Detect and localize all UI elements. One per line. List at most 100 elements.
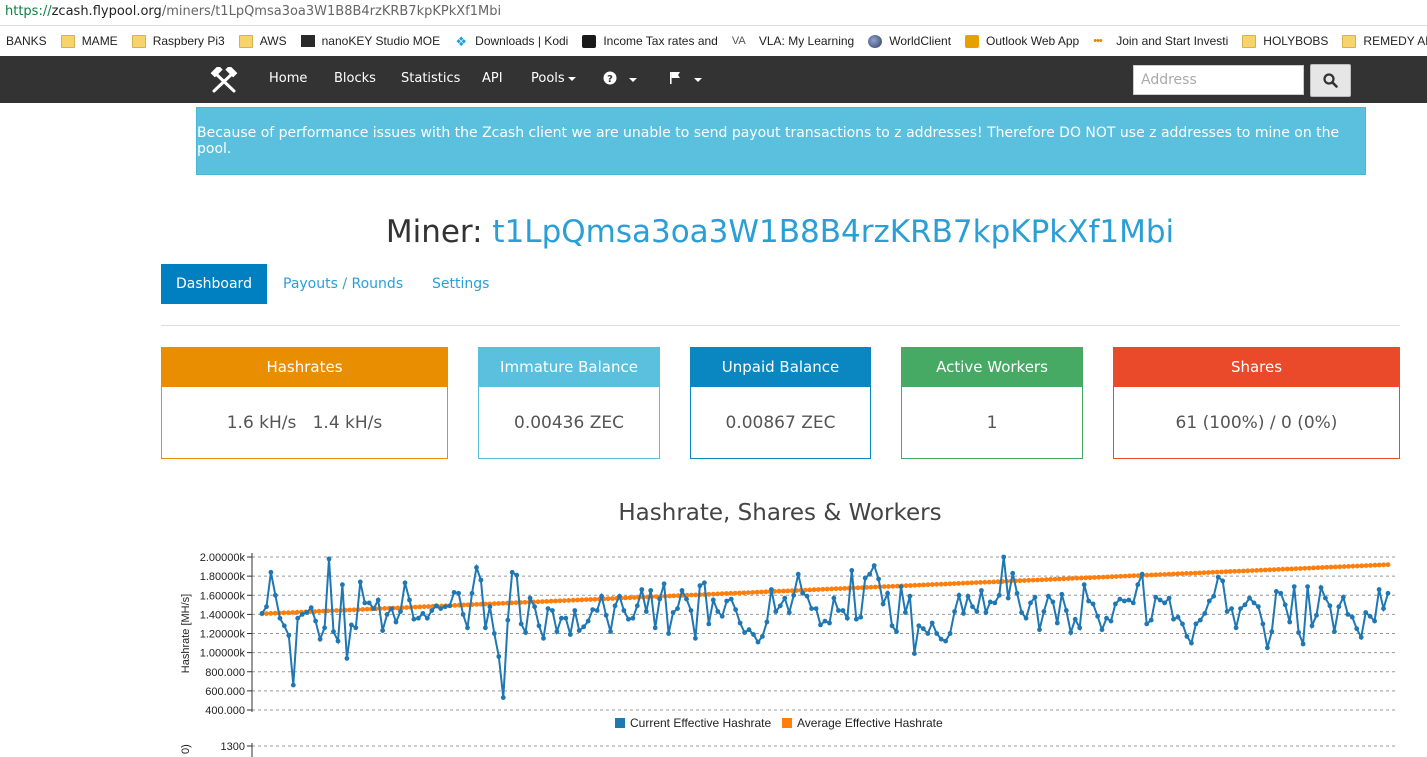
language-dropdown[interactable]: [669, 71, 702, 87]
data-point: [903, 610, 908, 615]
data-point: [264, 611, 269, 616]
data-point: [1206, 570, 1211, 575]
nav-statistics[interactable]: Statistics: [401, 71, 460, 86]
nav-pools-dropdown[interactable]: Pools: [531, 71, 576, 86]
data-point: [599, 593, 604, 599]
data-point: [1001, 554, 1007, 560]
data-point: [1005, 595, 1011, 601]
data-point: [1376, 562, 1382, 568]
data-point: [594, 608, 600, 613]
data-point: [750, 590, 756, 595]
data-point: [732, 590, 738, 596]
data-point: [513, 600, 519, 606]
address-bar[interactable]: https://zcash.flypool.org/miners/t1LpQms…: [0, 0, 1427, 26]
data-point: [420, 611, 426, 616]
data-point: [679, 588, 685, 593]
nav-home[interactable]: Home: [269, 71, 307, 86]
data-point: [1126, 597, 1132, 603]
bookmark-item[interactable]: MAME: [60, 27, 118, 55]
data-point: [965, 580, 970, 586]
y-tick-label: 400.000: [205, 705, 245, 717]
crossed-hammers-icon[interactable]: [209, 67, 239, 93]
data-point: [822, 618, 828, 624]
tab-dashboard[interactable]: Dashboard: [161, 264, 267, 304]
tab-settings[interactable]: Settings: [432, 264, 489, 304]
folder-icon: [1342, 34, 1357, 48]
data-point: [769, 587, 774, 592]
data-point: [652, 625, 658, 631]
data-point: [982, 579, 988, 585]
data-point: [737, 620, 743, 626]
search-button[interactable]: [1310, 64, 1351, 97]
bookmark-item[interactable]: VA VLA: My Learning: [732, 27, 854, 55]
data-point: [751, 632, 756, 637]
data-point: [876, 576, 881, 582]
data-point: [626, 616, 631, 622]
data-point: [1280, 566, 1286, 572]
data-point: [1184, 634, 1190, 639]
bookmark-item[interactable]: ••• Join and Start Investi: [1093, 27, 1228, 55]
nav-api[interactable]: API: [482, 71, 503, 86]
data-point: [956, 592, 962, 598]
data-point: [416, 615, 421, 621]
data-point: [460, 612, 466, 617]
data-point: [907, 593, 913, 599]
y-axis-label: 0): [180, 744, 192, 754]
data-point: [1127, 573, 1132, 579]
data-point: [559, 615, 564, 621]
data-point: [557, 598, 563, 604]
data-point: [833, 586, 839, 592]
data-point: [706, 591, 712, 597]
help-dropdown[interactable]: ?: [603, 71, 637, 87]
data-point: [426, 604, 431, 609]
data-point: [608, 629, 613, 634]
data-point: [737, 590, 742, 596]
data-point: [451, 590, 457, 595]
data-point: [384, 612, 390, 617]
panel-heading: Shares: [1114, 348, 1399, 387]
data-point: [592, 596, 598, 602]
data-point: [1265, 645, 1270, 651]
data-point: [567, 632, 573, 637]
dots-icon: •••: [1093, 34, 1103, 47]
data-point: [1302, 565, 1308, 571]
data-point: [809, 606, 814, 611]
data-point: [554, 629, 560, 634]
data-point: [536, 623, 542, 629]
data-point: [290, 682, 296, 688]
y-tick-label: 1.80000k: [200, 571, 246, 583]
data-point: [259, 611, 265, 616]
nav-blocks[interactable]: Blocks: [334, 71, 376, 86]
bookmark-item[interactable]: Income Tax rates and: [582, 27, 718, 55]
bookmark-item[interactable]: Raspbery Pi3: [131, 27, 225, 55]
outlook-icon: [965, 34, 980, 48]
data-point: [776, 588, 782, 594]
data-point: [500, 600, 506, 606]
bookmark-item[interactable]: HOLYBOBS: [1242, 27, 1328, 55]
data-point: [903, 583, 909, 589]
data-point: [1276, 567, 1281, 572]
bookmark-item[interactable]: BANKS: [6, 27, 47, 55]
data-point: [623, 595, 628, 601]
data-point: [295, 615, 301, 621]
address-search-input[interactable]: [1133, 65, 1304, 95]
data-point: [349, 622, 354, 628]
data-point: [675, 606, 680, 611]
data-point: [934, 631, 940, 636]
bookmark-item[interactable]: nanoKEY Studio MOE: [300, 27, 440, 55]
data-point: [561, 598, 567, 603]
panel-value: 0.00867 ZEC: [725, 412, 836, 433]
bookmark-item[interactable]: Outlook Web App: [965, 27, 1079, 55]
bookmark-item[interactable]: ❖ Downloads | Kodi: [454, 27, 568, 55]
data-point: [925, 631, 931, 636]
bookmark-label: HOLYBOBS: [1263, 34, 1329, 48]
bookmark-item[interactable]: WorldClient: [868, 27, 951, 55]
tab-payouts-rounds[interactable]: Payouts / Rounds: [283, 264, 403, 304]
warning-alert: Because of performance issues with the Z…: [196, 107, 1366, 175]
data-point: [1179, 571, 1185, 576]
data-point: [741, 590, 747, 596]
bookmark-item[interactable]: AWS: [238, 27, 287, 55]
data-point: [583, 597, 589, 602]
bookmark-item[interactable]: REMEDY API: [1342, 27, 1427, 55]
data-point: [1035, 577, 1040, 583]
